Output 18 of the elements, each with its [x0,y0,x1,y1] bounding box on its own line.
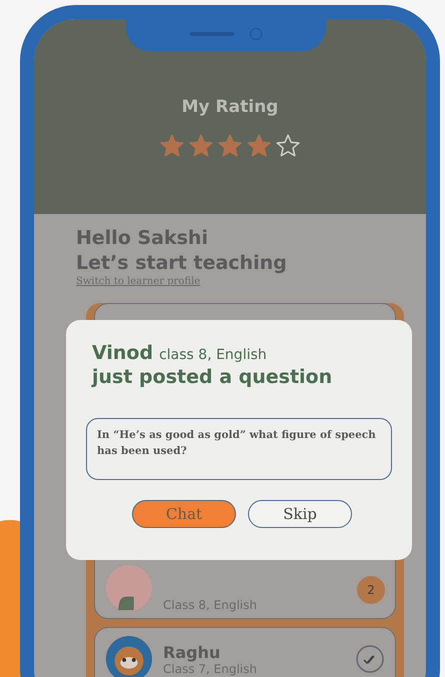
filled-star-icon [246,133,272,159]
empty-star-icon [275,133,301,159]
question-text-box: In “He’s as good as gold” what figure of speech has been used? [86,418,392,480]
student-name: Vinod [92,342,154,364]
student-name: Raghu [163,642,222,662]
chat-button[interactable]: Chat [132,500,236,528]
dialog-message: just posted a question [92,366,334,388]
student-class: class 8, English [159,347,267,363]
greeting-text: Hello Sakshi [76,226,208,251]
filled-star-icon [217,133,243,159]
animal-avatar-icon [105,635,153,677]
rating-title: My Rating [182,97,278,117]
skip-button[interactable]: Skip [248,500,352,528]
switch-profile-link[interactable]: Switch to learner profile [76,276,200,287]
filled-star-icon [159,133,185,159]
message-count-badge: 2 [357,576,385,604]
greeting-subtitle: Let’s start teaching [76,251,287,276]
filled-star-icon [188,133,214,159]
